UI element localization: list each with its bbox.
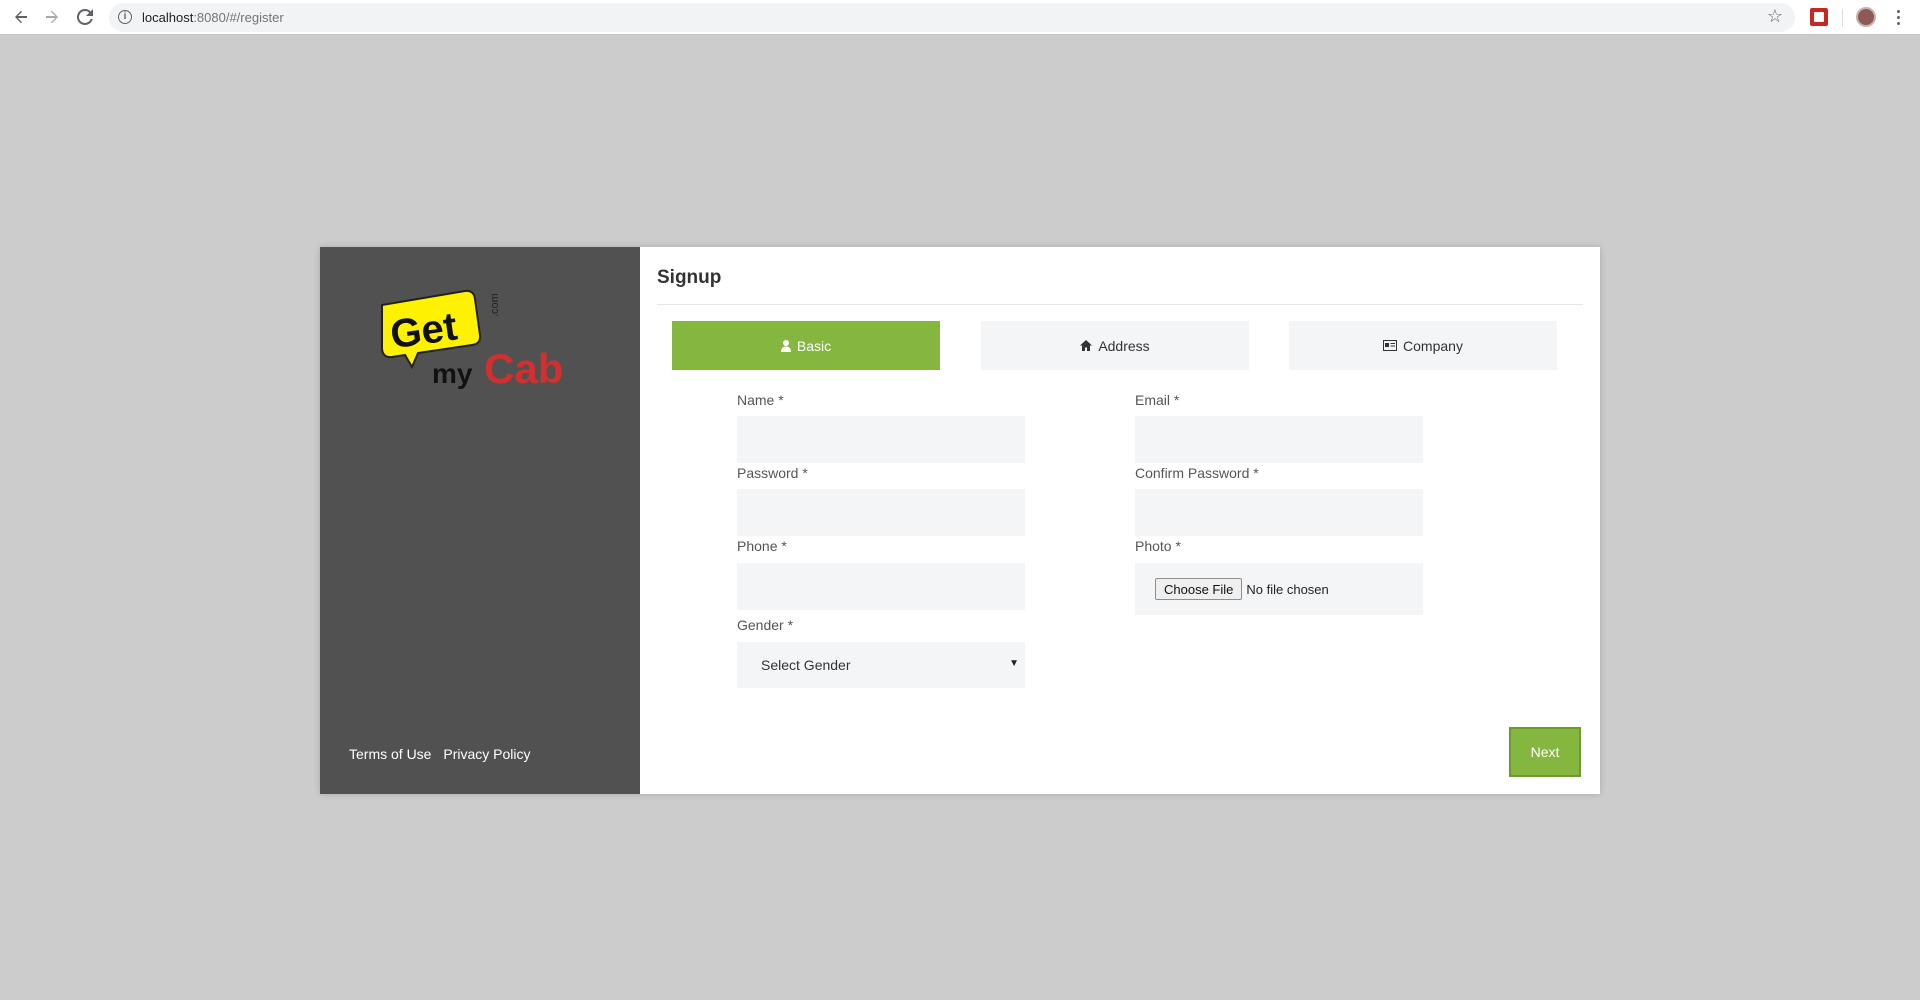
- email-label: Email *: [1135, 392, 1180, 408]
- name-label: Name *: [737, 392, 784, 408]
- tab-address[interactable]: Address: [981, 321, 1249, 370]
- menu-dots-icon[interactable]: [1890, 4, 1906, 30]
- confirm-password-input[interactable]: [1135, 489, 1423, 536]
- page-title: Signup: [657, 267, 722, 288]
- arrow-left-icon: [15, 10, 27, 24]
- password-input[interactable]: [737, 489, 1025, 536]
- getmycab-logo: Get .com my Cab: [381, 289, 563, 392]
- next-button[interactable]: Next: [1509, 727, 1581, 777]
- svg-text:Cab: Cab: [484, 345, 563, 392]
- svg-text:Get: Get: [388, 304, 460, 357]
- tab-address-label: Address: [1098, 337, 1150, 354]
- reload-icon: [77, 9, 93, 25]
- browser-toolbar: i localhost:8080/#/register ☆: [0, 0, 1920, 35]
- gender-label: Gender *: [737, 617, 794, 633]
- bookmark-star-icon[interactable]: ☆: [1767, 6, 1783, 27]
- privacy-link[interactable]: Privacy Policy: [443, 746, 530, 762]
- confirm-password-label: Confirm Password *: [1135, 465, 1259, 481]
- extension-icon[interactable]: [1810, 8, 1828, 26]
- gender-select[interactable]: Select Gender ▼: [737, 642, 1025, 688]
- footer-links: Terms of Use Privacy Policy: [349, 746, 539, 762]
- tab-company[interactable]: Company: [1289, 321, 1557, 370]
- svg-text:.com: .com: [489, 293, 501, 317]
- dropdown-arrow-icon: ▼: [1009, 658, 1019, 669]
- user-icon: [780, 339, 791, 352]
- profile-avatar[interactable]: [1856, 7, 1876, 27]
- toolbar-separator: [1842, 9, 1843, 27]
- tab-basic[interactable]: Basic: [672, 321, 940, 370]
- arrow-right-icon: [46, 10, 58, 24]
- tab-basic-label: Basic: [796, 337, 832, 354]
- sidebar-panel: Get .com my Cab Terms of Use Privacy Pol…: [320, 247, 640, 794]
- info-icon[interactable]: i: [118, 10, 132, 24]
- forward-button[interactable]: [40, 5, 64, 29]
- gender-selected-value: Select Gender: [761, 657, 851, 673]
- terms-link[interactable]: Terms of Use: [349, 746, 431, 762]
- email-input[interactable]: [1135, 416, 1423, 463]
- choose-file-button[interactable]: Choose File: [1155, 578, 1243, 600]
- reload-button[interactable]: [73, 5, 97, 29]
- phone-label: Phone *: [737, 538, 787, 554]
- tab-company-label: Company: [1403, 337, 1463, 354]
- back-button[interactable]: [9, 5, 33, 29]
- photo-file-input: Choose File No file chosen: [1135, 563, 1423, 615]
- photo-label: Photo *: [1135, 538, 1181, 554]
- id-card-icon: [1383, 340, 1398, 351]
- phone-input[interactable]: [737, 563, 1025, 610]
- home-icon: [1080, 340, 1093, 351]
- name-input[interactable]: [737, 416, 1025, 463]
- url-text[interactable]: localhost:8080/#/register: [142, 10, 284, 25]
- title-divider: [657, 304, 1583, 305]
- file-status: No file chosen: [1246, 581, 1329, 597]
- password-label: Password *: [737, 465, 808, 481]
- signup-card: Get .com my Cab Terms of Use Privacy Pol…: [320, 247, 1600, 794]
- form-panel: Signup Basic Address Company Name * Emai…: [640, 247, 1600, 794]
- svg-text:my: my: [432, 358, 473, 389]
- address-bar[interactable]: i localhost:8080/#/register ☆: [109, 3, 1795, 32]
